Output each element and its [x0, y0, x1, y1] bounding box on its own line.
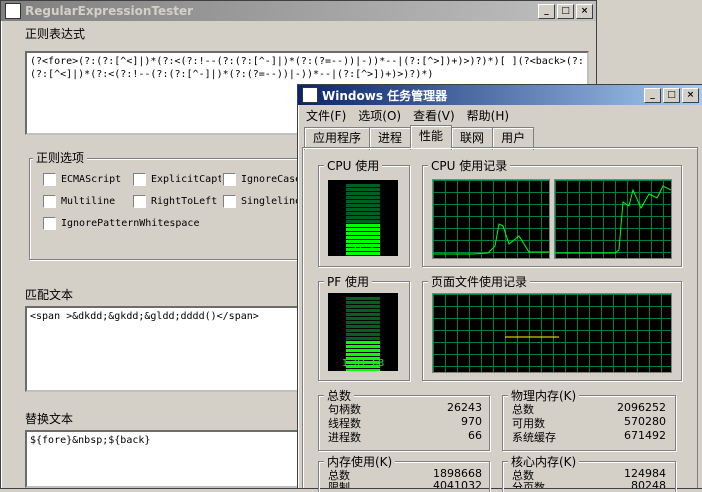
stat-phys-cache: 系统缓存 671492 [512, 429, 666, 444]
pf-meter-segment [346, 337, 380, 340]
cpu-history-line-2 [555, 185, 672, 254]
checkbox[interactable] [223, 195, 236, 208]
menu-view[interactable]: 查看(V) [407, 106, 461, 124]
stat-processes: 进程数 66 [328, 429, 482, 444]
pf-meter-segment [346, 353, 380, 356]
replace-input[interactable]: ${fore}&nbsp;${back} [25, 430, 315, 488]
match-input[interactable]: <span >&dkdd;&gkdd;&gldd;dddd()</span> [25, 306, 315, 392]
cpu-usage-value: 51 % [350, 243, 376, 254]
pf-meter-segment [346, 369, 380, 372]
minimize-button[interactable]: _ [644, 88, 661, 103]
cpu-meter-segment [346, 188, 380, 191]
cpu-meter-segment [346, 224, 380, 227]
cpu-meter-segment [346, 208, 380, 211]
maximize-button[interactable]: □ [557, 4, 574, 19]
cpu-history-line-1 [433, 223, 549, 255]
menu-options[interactable]: 选项(O) [352, 106, 407, 124]
option-ignore-case[interactable]: IgnoreCase [223, 173, 297, 186]
cpu-meter-segment [346, 192, 380, 195]
app-icon [5, 3, 21, 19]
pf-meter-segment [346, 333, 380, 336]
menu-file[interactable]: 文件(F) [300, 106, 352, 124]
menu-help[interactable]: 帮助(H) [461, 106, 515, 124]
cpu-meter-segment [346, 200, 380, 203]
cpu-meter-segment [346, 184, 380, 187]
pf-meter-segment [346, 345, 380, 348]
replace-label: 替换文本 [25, 412, 74, 426]
tab-performance[interactable]: 性能 [410, 125, 453, 148]
pf-usage-value: 1.81 GB [341, 358, 385, 369]
cpu-meter-segment [346, 228, 380, 231]
pf-meter-segment [346, 309, 380, 312]
task-manager-title: Windows 任务管理器 [322, 88, 448, 103]
pf-meter-segment [346, 329, 380, 332]
cpu-meter-segment [346, 212, 380, 215]
pf-meter-segment [346, 301, 380, 304]
task-manager-window: Windows 任务管理器 _ □ × 文件(F) 选项(O) 查看(V) 帮助… [297, 84, 702, 492]
pf-history-title: 页面文件使用记录 [428, 273, 531, 290]
pf-meter-segment [346, 321, 380, 324]
option-explicit-capture[interactable]: ExplicitCapture [133, 173, 221, 186]
regex-tester-titlebar[interactable]: RegularExpressionTester _ □ × [1, 1, 596, 21]
cpu-meter-segment [346, 204, 380, 207]
pf-meter-segment [346, 317, 380, 320]
pf-meter-segment [346, 305, 380, 308]
cpu-meter-segment [346, 220, 380, 223]
pf-meter: 1.81 GB [328, 293, 398, 376]
pf-meter-segment [346, 313, 380, 316]
option-right-to-left[interactable]: RightToLeft [133, 195, 221, 208]
pf-meter-segment [346, 297, 380, 300]
pf-meter-segment [346, 325, 380, 328]
pf-usage-title: PF 使用 [324, 273, 372, 290]
maximize-button[interactable]: □ [663, 88, 680, 103]
pf-history-line [505, 336, 559, 338]
pf-meter-segment [346, 349, 380, 352]
close-button[interactable]: × [576, 4, 593, 19]
task-manager-icon [302, 87, 318, 103]
match-label: 匹配文本 [25, 288, 74, 302]
cpu-history-title: CPU 使用记录 [428, 157, 511, 174]
cpu-usage-title: CPU 使用 [324, 157, 383, 174]
cpu-meter-segment [346, 232, 380, 235]
close-button[interactable]: × [682, 88, 699, 103]
minimize-button[interactable]: _ [538, 4, 555, 19]
pf-meter-segment [346, 341, 380, 344]
option-ecmascript[interactable]: ECMAScript [43, 173, 129, 186]
pf-history-graph [432, 293, 672, 373]
cpu-meter-segment [346, 236, 380, 239]
cpu-meter-segment [346, 196, 380, 199]
checkbox[interactable] [43, 195, 56, 208]
option-ignore-pattern-whitespace[interactable]: IgnorePatternWhitespace [43, 217, 243, 230]
cpu-meter: 51 % [328, 180, 398, 263]
checkbox[interactable] [133, 195, 146, 208]
option-singleline[interactable]: Singleline [223, 195, 297, 208]
checkbox[interactable] [133, 173, 146, 186]
cpu-history-graph-core2 [554, 179, 672, 259]
cpu-meter-segment [346, 216, 380, 219]
option-multiline[interactable]: Multiline [43, 195, 129, 208]
options-group-title: 正则选项 [33, 149, 88, 166]
menu-bar: 文件(F) 选项(O) 查看(V) 帮助(H) [300, 106, 700, 124]
pattern-label: 正则表达式 [25, 27, 86, 41]
task-manager-titlebar[interactable]: Windows 任务管理器 _ □ × [298, 85, 702, 105]
cpu-history-graph-core1 [432, 179, 550, 259]
regex-window-title: RegularExpressionTester [25, 4, 194, 18]
checkbox[interactable] [43, 217, 56, 230]
checkbox[interactable] [43, 173, 56, 186]
checkbox[interactable] [223, 173, 236, 186]
